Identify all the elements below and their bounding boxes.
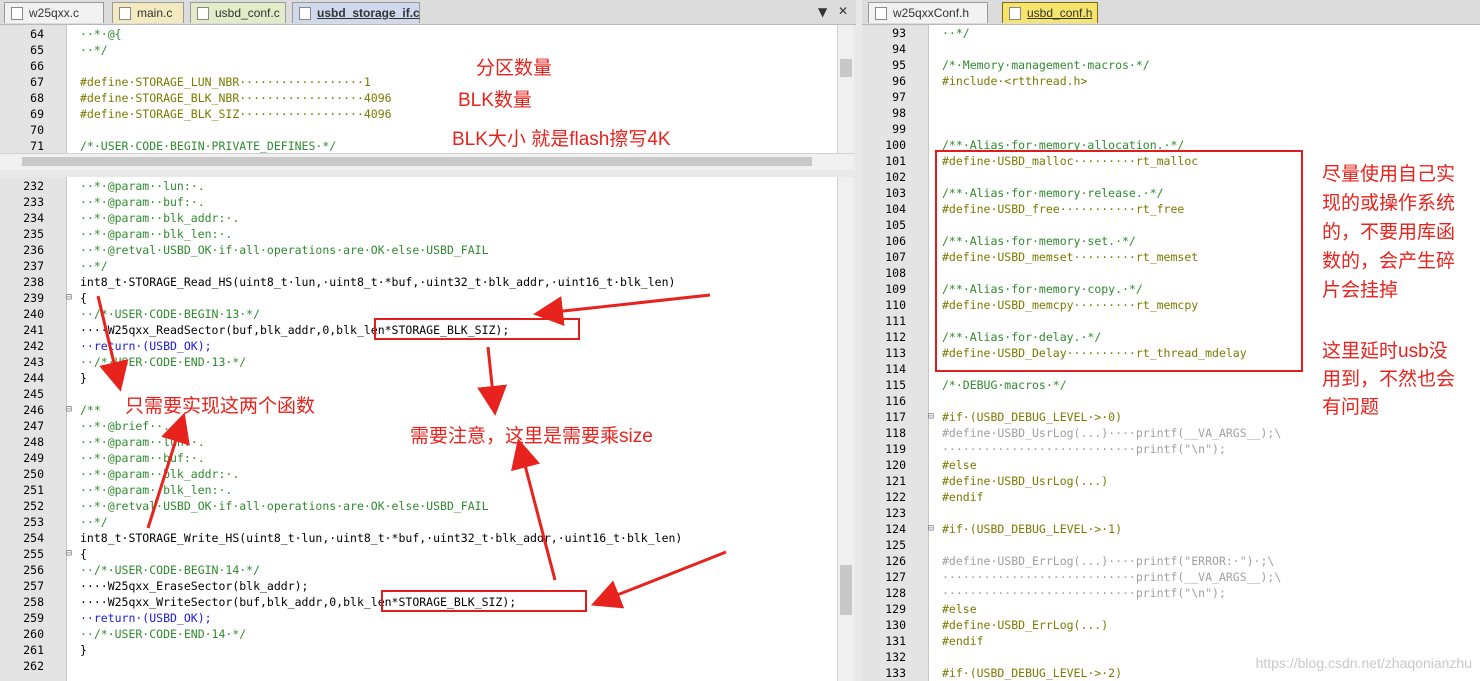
h-file-icon	[875, 7, 887, 20]
fold-toggle-icon[interactable]: ⊟	[928, 409, 938, 425]
tab-main-c[interactable]: main.c	[112, 2, 184, 23]
highlight-write-size	[381, 590, 587, 612]
annotation-blk-count: BLK数量	[458, 90, 532, 111]
annotation-multiply-size: 需要注意，这里是需要乘size	[410, 426, 653, 447]
horizontal-scrollbar[interactable]	[0, 153, 854, 170]
tab-w25qxx-c[interactable]: w25qxx.c	[4, 2, 104, 23]
scroll-thumb[interactable]	[840, 565, 852, 615]
highlight-memory-macros	[935, 150, 1303, 372]
annotation-delay-note: 这里延时usb没 用到，不然也会 有问题	[1322, 341, 1456, 418]
highlight-read-size	[374, 318, 580, 340]
scroll-thumb[interactable]	[840, 59, 852, 77]
tab-w25qxxconf-h[interactable]: w25qxxConf.h	[868, 2, 988, 23]
tab-usbd-conf-c[interactable]: usbd_conf.c	[190, 2, 286, 23]
fold-toggle-icon[interactable]: ⊟	[66, 546, 76, 562]
fold-toggle-icon[interactable]: ⊟	[928, 521, 938, 537]
right-tab-bar: w25qxxConf.h usbd_conf.h	[862, 0, 1480, 25]
tab-list-dropdown-icon[interactable]: ▼	[818, 5, 827, 19]
vertical-scrollbar[interactable]	[837, 25, 854, 153]
annotation-partition-count: 分区数量	[476, 58, 553, 79]
tab-usbd-storage-if-c[interactable]: usbd_storage_if.c	[292, 2, 420, 23]
fold-toggle-icon[interactable]: ⊟	[66, 290, 76, 306]
fold-toggle-icon[interactable]: ⊟	[66, 402, 76, 418]
annotation-blk-size: BLK大小 就是flash擦写4K	[452, 129, 671, 150]
annotation-use-own-alloc: 尽量使用自己实 现的或操作系统 的，不要用库函 数的，会产生碎 片会挂掉	[1322, 164, 1456, 301]
c-file-icon	[299, 7, 311, 20]
c-file-icon	[11, 7, 23, 20]
tab-usbd-conf-h[interactable]: usbd_conf.h	[1002, 2, 1098, 23]
close-tab-icon[interactable]: ✕	[838, 4, 848, 18]
scroll-thumb[interactable]	[22, 157, 812, 166]
vertical-scrollbar[interactable]	[837, 177, 854, 681]
code-area[interactable]: 64 ··*·@{ 65 ··*/ 66 67 #define·STORAGE_LUN…	[0, 26, 836, 154]
h-file-icon	[1009, 7, 1021, 20]
watermark: https://blog.csdn.net/zhaqonianzhu	[1255, 655, 1472, 671]
c-file-icon	[119, 7, 131, 20]
annotation-only-two-functions: 只需要实现这两个函数	[125, 396, 316, 417]
left-tab-bar: w25qxx.c main.c usbd_conf.c usbd_storage…	[0, 0, 856, 25]
editor-pane-storage-defines[interactable]: 64 ··*·@{ 65 ··*/ 66 67 #define·STORAGE_LUN…	[0, 25, 854, 170]
c-file-icon	[197, 7, 209, 20]
